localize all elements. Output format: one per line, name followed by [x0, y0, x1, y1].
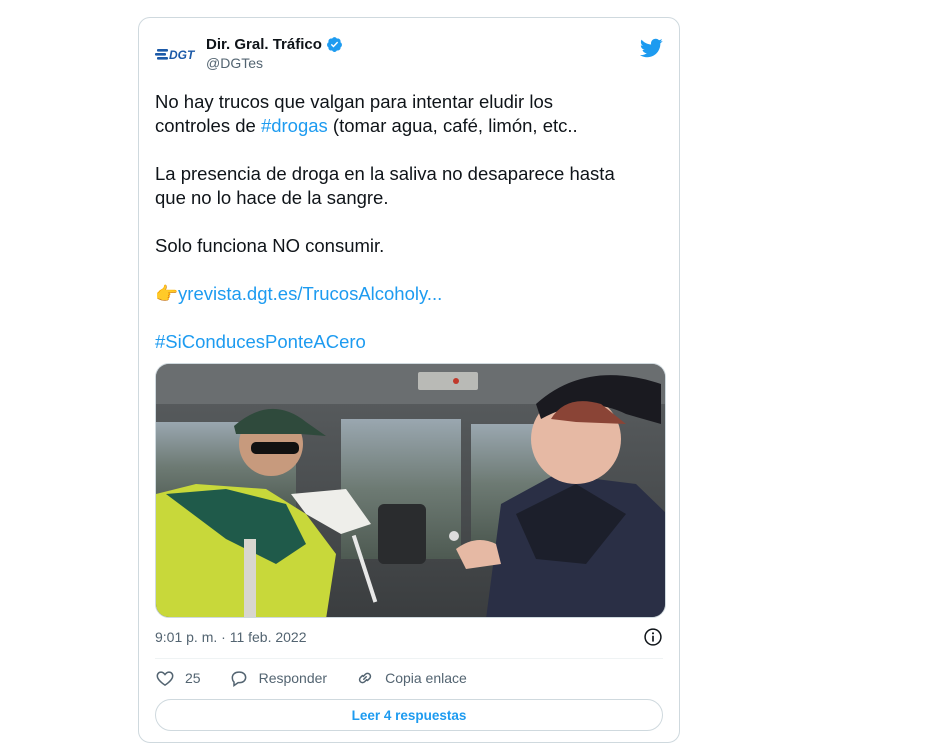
copy-label: Copia enlace [385, 670, 467, 686]
tweet-text: No hay trucos que valgan para intentar e… [155, 90, 655, 354]
dgt-logo-icon[interactable]: DGT [155, 42, 201, 66]
author-block: Dir. Gral. Tráfico @DGTes [206, 36, 343, 71]
tweet-header: DGT Dir. Gral. Tráfico @DGTes [155, 36, 663, 76]
verified-badge-icon [326, 37, 342, 52]
copy-link-button[interactable]: Copia enlace [355, 668, 467, 688]
tweet-link-line: 👉yrevista.dgt.es/TrucosAlcoholy... [155, 282, 655, 306]
pointing-hand-emoji: 👉 [155, 283, 179, 304]
reply-label: Responder [258, 670, 328, 686]
tweet-paragraph-2: La presencia de droga en la saliva no de… [155, 163, 615, 208]
heart-icon [156, 671, 174, 686]
tweet-photo[interactable] [155, 363, 666, 618]
hashtag-drogas-link[interactable]: #drogas [261, 115, 328, 136]
reply-icon [231, 671, 246, 687]
read-replies-button[interactable]: Leer 4 respuestas [155, 699, 663, 731]
link-icon [358, 672, 372, 684]
tweet-hashtag-line: #SiConducesPonteACero [155, 330, 655, 354]
photo-illustration [156, 364, 665, 617]
tweet-timestamp[interactable]: 9:01 p. m. · 11 feb. 2022 [155, 629, 307, 645]
reply-button[interactable]: Responder [229, 668, 328, 688]
tweet-actions: 25 Responder Copia enlace [155, 666, 495, 690]
tweet-line-2: controles de #drogas (tomar agua, café, … [155, 114, 655, 138]
logo-text: DGT [169, 48, 196, 62]
twitter-bird-icon[interactable] [639, 36, 663, 60]
text-segment: controles de [155, 115, 261, 136]
text-segment: (tomar agua, café, limón, etc.. [327, 115, 578, 136]
divider [155, 658, 663, 659]
tweet-card: DGT Dir. Gral. Tráfico @DGTes No hay tru… [138, 17, 680, 743]
tweet-paragraph-3: Solo funciona NO consumir. [155, 235, 385, 256]
hashtag-campaign-link[interactable]: #SiConducesPonteACero [155, 331, 366, 352]
author-name[interactable]: Dir. Gral. Tráfico [206, 36, 322, 53]
like-count: 25 [185, 670, 201, 686]
tweet-line-1: No hay trucos que valgan para intentar e… [155, 91, 553, 112]
info-icon[interactable] [643, 627, 663, 647]
author-handle[interactable]: @DGTes [206, 55, 343, 71]
article-link[interactable]: yrevista.dgt.es/TrucosAlcoholy... [178, 283, 442, 304]
like-button[interactable]: 25 [155, 668, 201, 688]
